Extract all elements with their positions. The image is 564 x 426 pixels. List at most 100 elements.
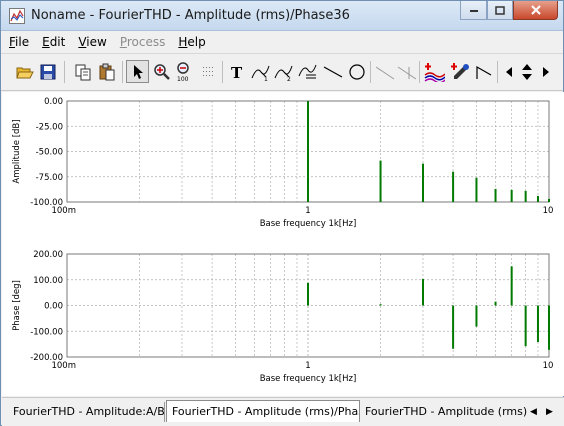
window-title: Noname - FourierTHD - Amplitude (rms)/Ph…: [31, 8, 350, 23]
title-bar[interactable]: Noname - FourierTHD - Amplitude (rms)/Ph…: [1, 1, 563, 31]
line-icon: [323, 65, 342, 78]
minimize-button[interactable]: [460, 1, 487, 20]
add-curve-icon: [424, 62, 445, 82]
diagonal-line-button[interactable]: [373, 60, 396, 83]
toolbar: 100 T 1 2: [1, 53, 563, 91]
menu-process-label: rocess: [126, 34, 166, 49]
tab-scroll-left-button[interactable]: ◀: [526, 403, 541, 420]
menu-edit-mnemonic: E: [42, 34, 50, 49]
diagonal-line-icon: [375, 66, 394, 79]
zoom-in-icon: [153, 63, 170, 80]
tab-label: FourierTHD - Amplitude:A/B35: [13, 405, 165, 418]
menu-help-label: elp: [187, 34, 206, 49]
toolbar-separator: [122, 61, 123, 83]
svg-text:100: 100: [177, 76, 189, 82]
next-button[interactable]: [537, 60, 554, 83]
menu-file-label: ile: [15, 34, 30, 49]
pointer-button[interactable]: [126, 60, 149, 83]
tab-amplitude-rms-ab[interactable]: FourierTHD - Amplitude (rms):A/B: [360, 402, 527, 422]
menu-help[interactable]: Help: [178, 35, 205, 49]
plot-area: 0.00 -25.00 -50.00 -75.00 -100.00 100m 1 10 Base…: [2, 92, 564, 396]
svg-text:T: T: [231, 64, 243, 80]
prev-icon: [505, 66, 512, 77]
tab-label: FourierTHD - Amplitude (rms)/Phase36: [172, 405, 359, 418]
amplitude-x-tick-label: 1: [305, 206, 310, 216]
line-button[interactable]: [321, 60, 344, 83]
corner-line-icon: [475, 65, 491, 79]
tab-amplitude-rms-phase36[interactable]: FourierTHD - Amplitude (rms)/Phase36: [166, 400, 360, 422]
zoom-100-button[interactable]: 100: [173, 60, 196, 83]
amplitude-y-tick-label: 0.00: [44, 97, 63, 107]
svg-text:1: 1: [264, 76, 268, 82]
phase-y-tick-label: -100.00: [30, 327, 63, 337]
pointer-icon: [133, 64, 143, 79]
up-down-button[interactable]: [517, 60, 536, 83]
color-picker-icon: [450, 62, 469, 79]
menu-process-mnemonic: P: [119, 34, 127, 49]
phase-y-tick-label: 0.00: [44, 302, 63, 312]
vertical-line-button[interactable]: [395, 60, 418, 83]
marker-2-icon: 2: [274, 65, 292, 82]
open-button[interactable]: [13, 60, 36, 83]
save-button[interactable]: [36, 60, 59, 83]
menu-file[interactable]: File: [9, 35, 29, 49]
marker-1-button[interactable]: 1: [249, 60, 272, 83]
minimize-icon: [469, 10, 478, 12]
paste-button[interactable]: [95, 60, 118, 83]
paste-icon: [99, 63, 114, 80]
corner-line-button[interactable]: [472, 60, 495, 83]
phase-x-tick-label: 1: [305, 361, 310, 371]
prev-button[interactable]: [500, 60, 517, 83]
tab-scroll-left-icon: ◀: [530, 406, 537, 417]
grid-icon: [202, 66, 213, 76]
copy-button[interactable]: [71, 60, 94, 83]
menu-edit-label: dit: [49, 34, 66, 49]
toolbar-separator: [497, 61, 498, 83]
copy-icon: [75, 64, 90, 80]
menu-process: Process: [120, 35, 166, 49]
amplitude-y-tick-label: -25.00: [36, 122, 63, 132]
open-icon: [15, 67, 34, 78]
marker-3-icon: [298, 64, 316, 78]
phase-x-tick-label: 100m: [51, 361, 76, 371]
text-icon: T: [231, 64, 243, 80]
next-icon: [542, 66, 549, 77]
text-button[interactable]: T: [225, 60, 248, 83]
circle-icon: [348, 63, 365, 80]
close-button[interactable]: [513, 1, 558, 20]
toolbar-separator: [64, 61, 65, 83]
amplitude-y-axis-title: Amplitude [dB]: [12, 119, 22, 183]
tab-scroll-right-icon: ▶: [546, 406, 553, 417]
menu-view[interactable]: View: [78, 35, 106, 49]
color-picker-button[interactable]: [448, 60, 471, 83]
menu-bar: File Edit View Process Help: [1, 32, 563, 51]
toolbar-separator: [419, 61, 420, 83]
save-icon: [40, 64, 55, 79]
tab-scroll-right-button[interactable]: ▶: [542, 403, 557, 420]
phase-y-tick-label: 200.00: [33, 250, 63, 260]
menu-edit[interactable]: Edit: [42, 35, 65, 49]
toolbar-separator: [370, 61, 371, 83]
zoom-in-button[interactable]: [150, 60, 173, 83]
up-down-icon: [521, 63, 532, 80]
app-icon[interactable]: [9, 8, 25, 24]
maximize-button[interactable]: [487, 1, 513, 20]
phase-y-axis-title: Phase [deg]: [12, 280, 22, 331]
amplitude-x-tick-label: 10: [543, 206, 554, 216]
tab-bar: FourierTHD - Amplitude:A/B35 FourierTHD …: [2, 397, 564, 426]
marker-3-button[interactable]: [296, 60, 319, 83]
phase-y-tick-label: 100.00: [33, 276, 63, 286]
circle-button[interactable]: [345, 60, 368, 83]
tab-amplitude-ab35[interactable]: FourierTHD - Amplitude:A/B35: [8, 402, 165, 422]
marker-2-button[interactable]: 2: [272, 60, 295, 83]
add-curve-button[interactable]: [423, 60, 446, 83]
plots-svg[interactable]: 0.00 -25.00 -50.00 -75.00 -100.00 100m 1 10 Base…: [2, 92, 564, 396]
amplitude-x-tick-label: 100m: [51, 206, 76, 216]
toolbar-separator: [222, 61, 223, 83]
menu-view-label: iew: [86, 34, 107, 49]
phase-x-tick-label: 10: [543, 361, 554, 371]
grid-button[interactable]: [197, 60, 220, 83]
svg-text:2: 2: [287, 76, 291, 82]
maximize-icon: [495, 5, 505, 15]
zoom-out-100-icon: 100: [177, 61, 189, 82]
